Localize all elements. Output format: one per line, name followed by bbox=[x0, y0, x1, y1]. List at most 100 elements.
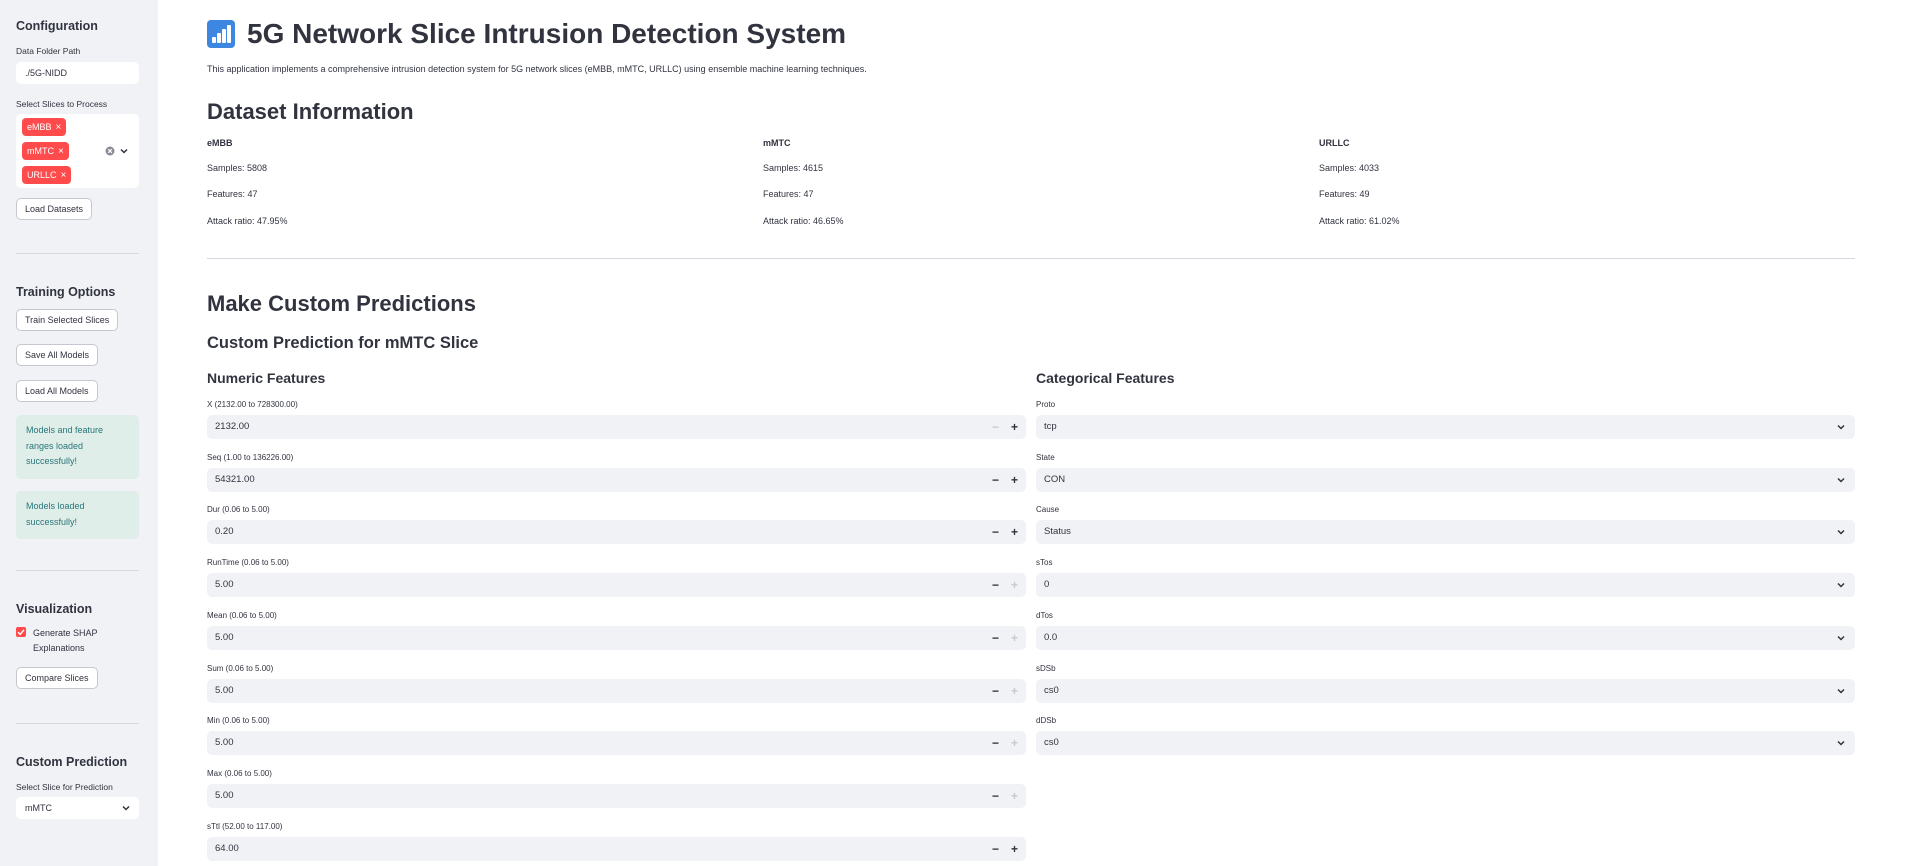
sidebar-divider bbox=[16, 253, 139, 254]
page-title: 5G Network Slice Intrusion Detection Sys… bbox=[207, 18, 846, 50]
categorical-select[interactable]: 0 bbox=[1036, 573, 1855, 598]
categorical-select[interactable]: Status bbox=[1036, 520, 1855, 545]
categorical-select-value: 0.0 bbox=[1044, 631, 1058, 643]
slice-tag-embb[interactable]: eMBB × bbox=[22, 118, 67, 136]
numeric-input-value: 2132.00 bbox=[215, 421, 250, 432]
numeric-input[interactable]: 5.00 − + bbox=[207, 783, 1026, 808]
categorical-select[interactable]: tcp bbox=[1036, 415, 1855, 439]
categorical-select[interactable]: cs0 bbox=[1036, 678, 1855, 703]
slice-tag-label: eMBB bbox=[27, 122, 52, 132]
section-divider bbox=[207, 258, 1855, 259]
chevron-down-icon bbox=[1837, 530, 1845, 535]
custom-prediction-heading: Custom Prediction bbox=[16, 755, 128, 769]
decrement-button[interactable]: − bbox=[986, 731, 1005, 755]
categorical-select-value: Status bbox=[1044, 526, 1071, 538]
numeric-field-label: Mean (0.06 to 5.00) bbox=[207, 610, 277, 620]
save-all-models-button[interactable]: Save All Models bbox=[16, 344, 99, 366]
dataset-information-heading: Dataset Information bbox=[207, 99, 414, 124]
numeric-input[interactable]: 5.00 − + bbox=[207, 573, 1026, 598]
categorical-select[interactable]: 0.0 bbox=[1036, 625, 1855, 650]
dataset-samples: Samples: 4615 bbox=[763, 163, 824, 173]
increment-button[interactable]: + bbox=[1005, 784, 1024, 808]
intro-text: This application implements a comprehens… bbox=[207, 64, 867, 74]
numeric-input[interactable]: 54321.00 − + bbox=[207, 467, 1026, 492]
data-folder-input[interactable]: ./5G-NIDD bbox=[16, 62, 139, 84]
categorical-field-label: sDSb bbox=[1036, 663, 1056, 673]
dataset-attack-ratio: Attack ratio: 46.65% bbox=[763, 216, 844, 226]
numeric-field-label: Seq (1.00 to 136226.00) bbox=[207, 452, 294, 462]
numeric-input[interactable]: 64.00 − + bbox=[207, 836, 1026, 861]
chevron-down-icon bbox=[1837, 741, 1845, 746]
chevron-down-icon bbox=[1837, 583, 1845, 588]
numeric-field-label: Max (0.06 to 5.00) bbox=[207, 768, 272, 778]
categorical-select[interactable]: cs0 bbox=[1036, 731, 1855, 756]
numeric-field-label: X (2132.00 to 728300.00) bbox=[207, 400, 298, 409]
select-slice-value: mMTC bbox=[25, 803, 52, 813]
numeric-field-label: Dur (0.06 to 5.00) bbox=[207, 505, 270, 515]
remove-tag-icon[interactable]: × bbox=[61, 170, 67, 181]
dataset-name-urllc: URLLC bbox=[1319, 138, 1350, 148]
visualization-heading: Visualization bbox=[16, 602, 93, 616]
numeric-field-label: Sum (0.06 to 5.00) bbox=[207, 663, 274, 673]
slice-tag-label: URLLC bbox=[27, 170, 57, 180]
numeric-input-value: 5.00 bbox=[215, 684, 234, 696]
sidebar: Configuration Data Folder Path ./5G-NIDD… bbox=[0, 0, 158, 866]
categorical-field-label: dTos bbox=[1036, 610, 1053, 620]
numeric-input-value: 64.00 bbox=[215, 842, 239, 854]
compare-slices-button[interactable]: Compare Slices bbox=[16, 667, 98, 689]
numeric-input-value: 5.00 bbox=[215, 789, 234, 801]
dataset-attack-ratio: Attack ratio: 61.02% bbox=[1319, 216, 1400, 226]
slice-tag-mmtc[interactable]: mMTC × bbox=[22, 142, 69, 160]
main-content: 5G Network Slice Intrusion Detection Sys… bbox=[207, 0, 1857, 866]
decrement-button[interactable]: − bbox=[986, 626, 1005, 650]
decrement-button[interactable]: − bbox=[986, 573, 1005, 597]
increment-button[interactable]: + bbox=[1005, 415, 1024, 439]
increment-button[interactable]: + bbox=[1005, 520, 1024, 544]
decrement-button[interactable]: − bbox=[986, 468, 1005, 492]
numeric-input-value: 54321.00 bbox=[215, 473, 255, 485]
categorical-field-label: State bbox=[1036, 452, 1055, 462]
numeric-input[interactable]: 2132.00 − + bbox=[207, 415, 1026, 439]
numeric-input[interactable]: 5.00 − + bbox=[207, 731, 1026, 756]
decrement-button[interactable]: − bbox=[986, 679, 1005, 703]
numeric-input[interactable]: 5.00 − + bbox=[207, 678, 1026, 703]
remove-tag-icon[interactable]: × bbox=[58, 146, 64, 157]
remove-tag-icon[interactable]: × bbox=[56, 122, 62, 133]
increment-button[interactable]: + bbox=[1005, 679, 1024, 703]
numeric-input[interactable]: 0.20 − + bbox=[207, 520, 1026, 545]
numeric-input[interactable]: 5.00 − + bbox=[207, 625, 1026, 650]
numeric-features-heading: Numeric Features bbox=[207, 370, 326, 386]
categorical-select[interactable]: CON bbox=[1036, 467, 1855, 492]
increment-button[interactable]: + bbox=[1005, 626, 1024, 650]
decrement-button[interactable]: − bbox=[986, 837, 1005, 861]
increment-button[interactable]: + bbox=[1005, 731, 1024, 755]
train-selected-slices-button[interactable]: Train Selected Slices bbox=[16, 309, 119, 331]
increment-button[interactable]: + bbox=[1005, 837, 1024, 861]
categorical-select-value: cs0 bbox=[1044, 684, 1059, 696]
decrement-button[interactable]: − bbox=[986, 520, 1005, 544]
numeric-input-value: 0.20 bbox=[215, 526, 234, 538]
select-slice-label: Select Slice for Prediction bbox=[16, 782, 113, 792]
dataset-features: Features: 47 bbox=[207, 189, 258, 199]
load-all-models-button[interactable]: Load All Models bbox=[16, 380, 98, 402]
sidebar-divider bbox=[16, 570, 139, 571]
load-datasets-button[interactable]: Load Datasets bbox=[16, 198, 93, 220]
chevron-down-icon[interactable] bbox=[119, 146, 129, 156]
increment-button[interactable]: + bbox=[1005, 573, 1024, 597]
clear-all-icon[interactable] bbox=[105, 146, 115, 156]
success-alert-feature-ranges: Models and feature ranges loaded success… bbox=[16, 415, 139, 479]
categorical-field-label: sTos bbox=[1036, 558, 1053, 568]
increment-button[interactable]: + bbox=[1005, 468, 1024, 492]
categorical-field-label: Proto bbox=[1036, 400, 1056, 409]
dataset-features: Features: 47 bbox=[763, 189, 814, 199]
shap-checkbox[interactable] bbox=[16, 627, 26, 637]
chevron-down-icon bbox=[1837, 688, 1845, 694]
training-options-heading: Training Options bbox=[16, 285, 116, 299]
slice-tag-urllc[interactable]: URLLC × bbox=[22, 166, 72, 184]
select-slice-dropdown[interactable]: mMTC bbox=[16, 797, 139, 819]
shap-checkbox-label[interactable]: Generate SHAP Explanations bbox=[33, 626, 113, 656]
slices-multiselect[interactable]: eMBB × mMTC × URLLC × bbox=[16, 114, 139, 188]
decrement-button[interactable]: − bbox=[986, 415, 1005, 439]
data-folder-label: Data Folder Path bbox=[16, 46, 81, 56]
decrement-button[interactable]: − bbox=[986, 784, 1005, 808]
